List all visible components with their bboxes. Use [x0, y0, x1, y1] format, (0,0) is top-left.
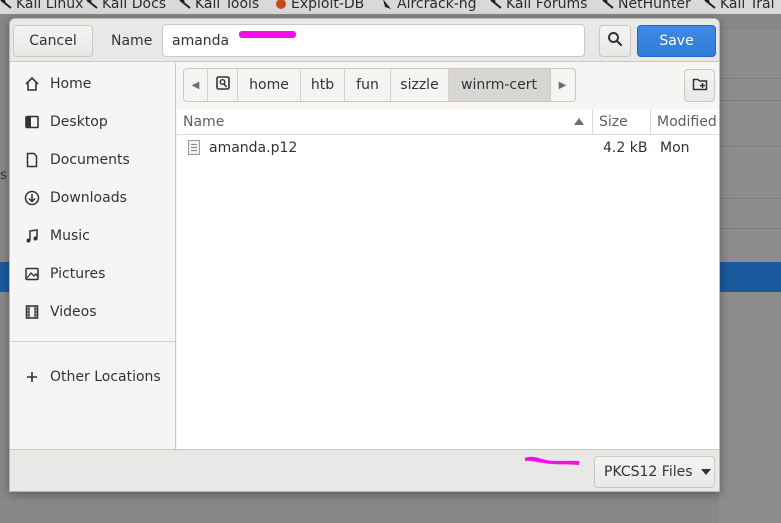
table-row[interactable]: amanda.p12 4.2 kB Mon: [177, 135, 719, 161]
path-segment-fun[interactable]: fun: [345, 69, 391, 101]
sort-ascending-icon: [574, 118, 584, 125]
kali-icon: [86, 0, 98, 10]
exploit-db-icon: [275, 0, 287, 10]
create-folder-button[interactable]: [684, 69, 715, 102]
bookmark-kali-docs[interactable]: Kali Docs: [86, 0, 166, 12]
home-icon: [24, 76, 40, 92]
redaction-mark: [525, 456, 579, 465]
kali-icon: [490, 0, 502, 10]
column-header-label: Modified: [657, 113, 717, 130]
sidebar-item-documents[interactable]: Documents: [10, 142, 175, 178]
sidebar-item-label: Desktop: [50, 114, 108, 130]
background-divider: [719, 146, 781, 147]
text-file-icon: [188, 140, 200, 155]
kali-icon: [179, 0, 191, 10]
downloads-icon: [24, 190, 40, 206]
kali-icon: [704, 0, 716, 10]
redaction-mark: [239, 31, 296, 38]
file-name: amanda.p12: [209, 140, 298, 156]
bookmark-kali-forums[interactable]: Kali Forums: [490, 0, 587, 12]
bookmark-label: NetHunter: [618, 0, 691, 12]
path-root-button[interactable]: [208, 69, 238, 101]
places-sidebar: Home Desktop Documents Downloads Music P…: [10, 63, 176, 449]
bookmark-label: Exploit-DB: [291, 0, 365, 12]
file-modified: Mon: [660, 140, 690, 156]
path-scroll-left-button[interactable]: ◀: [184, 69, 208, 101]
file-size: 4.2 kB: [603, 140, 648, 156]
cancel-button[interactable]: Cancel: [13, 25, 93, 57]
background-divider: [719, 78, 781, 79]
background-divider: [719, 198, 781, 199]
dialog-footer: PKCS12 Files: [10, 449, 719, 491]
bookmark-label: Aircrack-ng: [397, 0, 477, 12]
file-list: Name Size Modified amanda.p12 4.2 kB Mon: [177, 109, 719, 449]
aircrack-icon: [381, 0, 393, 10]
filename-input[interactable]: amanda: [162, 24, 585, 57]
background-text: s: [0, 168, 7, 183]
sidebar-item-desktop[interactable]: Desktop: [10, 104, 175, 140]
videos-icon: [24, 304, 40, 320]
sidebar-item-downloads[interactable]: Downloads: [10, 180, 175, 216]
filter-label: PKCS12 Files: [604, 464, 693, 480]
bookmark-aircrack-ng[interactable]: Aircrack-ng: [381, 0, 477, 12]
sidebar-item-label: Documents: [50, 152, 130, 168]
music-icon: [24, 228, 40, 244]
path-segment-winrm-cert[interactable]: winrm-cert: [449, 69, 550, 101]
sidebar-item-other-locations[interactable]: Other Locations: [10, 359, 175, 395]
file-type-filter-dropdown[interactable]: PKCS12 Files: [594, 456, 715, 488]
new-folder-icon: [692, 76, 708, 96]
bookmark-label: Kali Linux: [16, 0, 84, 12]
sidebar-item-label: Music: [50, 228, 90, 244]
bookmark-exploit-db[interactable]: Exploit-DB: [275, 0, 364, 12]
name-label: Name: [111, 33, 153, 49]
drive-icon: [215, 76, 230, 94]
bookmark-label: Kali Docs: [102, 0, 167, 12]
sidebar-item-label: Other Locations: [50, 369, 161, 385]
path-segment-sizzle[interactable]: sizzle: [391, 69, 449, 101]
path-scroll-right-button[interactable]: ▶: [550, 69, 574, 101]
path-segment-home[interactable]: home: [238, 69, 301, 101]
bookmarks-bar: Kali Linux Kali Docs Kali Tools Exploit-…: [0, 0, 781, 14]
background-divider: [719, 228, 781, 229]
column-header-size[interactable]: Size: [593, 109, 651, 135]
bookmark-kali-tools[interactable]: Kali Tools: [179, 0, 259, 12]
sidebar-divider: [10, 341, 175, 342]
save-button[interactable]: Save: [637, 25, 716, 57]
sidebar-item-label: Downloads: [50, 190, 127, 206]
column-header-modified[interactable]: Modified: [651, 109, 719, 135]
filename-value: amanda: [172, 32, 230, 49]
bookmark-kali-linux[interactable]: Kali Linux: [0, 0, 83, 12]
pictures-icon: [24, 266, 40, 282]
desktop-icon: [24, 114, 40, 130]
column-header-label: Size: [599, 113, 628, 130]
search-button[interactable]: [599, 25, 631, 57]
sidebar-item-music[interactable]: Music: [10, 218, 175, 254]
chevron-down-icon: [700, 469, 711, 475]
bookmark-kali-training[interactable]: Kali Trai: [704, 0, 774, 12]
bookmark-label: Kali Trai: [720, 0, 775, 12]
chevron-right-icon: ▶: [558, 79, 567, 91]
kali-icon: [602, 0, 614, 10]
sidebar-item-label: Home: [50, 76, 92, 92]
sidebar-item-label: Pictures: [50, 266, 106, 282]
save-file-dialog: Cancel Name amanda Save Home Desktop Doc…: [9, 18, 720, 492]
path-bar: ◀ home htb fun sizzle winrm-cert ▶: [183, 68, 576, 102]
column-header-name[interactable]: Name: [177, 109, 593, 135]
sidebar-item-home[interactable]: Home: [10, 66, 175, 102]
sidebar-item-pictures[interactable]: Pictures: [10, 256, 175, 292]
kali-icon: [0, 0, 12, 10]
dialog-header: Cancel Name amanda Save: [10, 19, 719, 62]
sidebar-item-videos[interactable]: Videos: [10, 294, 175, 330]
bookmark-label: Kali Forums: [506, 0, 588, 12]
plus-icon: [24, 369, 40, 385]
search-icon: [607, 31, 623, 51]
chevron-left-icon: ◀: [191, 79, 200, 91]
column-header-label: Name: [183, 113, 225, 130]
bookmark-nethunter[interactable]: NetHunter: [602, 0, 691, 12]
sidebar-item-label: Videos: [50, 304, 97, 320]
path-segment-htb[interactable]: htb: [301, 69, 345, 101]
documents-icon: [24, 152, 40, 168]
background-divider: [719, 100, 781, 101]
bookmark-label: Kali Tools: [195, 0, 260, 12]
